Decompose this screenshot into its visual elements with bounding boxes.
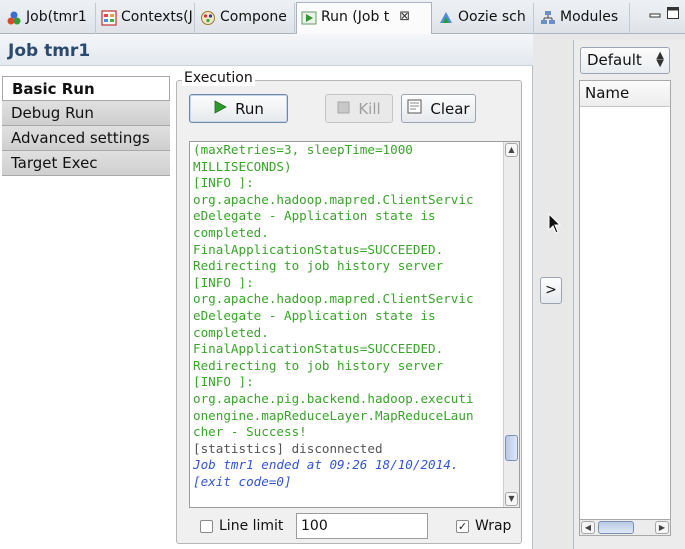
minimize-icon[interactable] xyxy=(648,6,662,20)
kill-button[interactable]: Kill xyxy=(325,94,393,123)
console-line: eDelegate - Application state is xyxy=(193,208,436,224)
console-line: completed. xyxy=(193,324,269,340)
console-line: FinalApplicationStatus=SUCCEEDED. xyxy=(193,241,444,257)
tab-label: Modules xyxy=(560,9,619,25)
sidebar-item-advanced-settings[interactable]: Advanced settings xyxy=(2,126,170,151)
select-value: Default xyxy=(587,51,642,69)
scroll-right-icon[interactable]: ▶ xyxy=(655,521,669,534)
console-line: [INFO ]: xyxy=(193,175,254,191)
component-icon xyxy=(200,10,216,26)
line-limit-checkbox[interactable] xyxy=(200,519,213,533)
console-line: Job tmr1 ended at 09:26 18/10/2014. xyxy=(193,457,459,473)
tab-run[interactable]: Run (Job t ⊠ xyxy=(296,2,432,35)
console-line: (maxRetries=3, sleepTime=1000 xyxy=(193,142,413,157)
sidebar-item-basic-run[interactable]: Basic Run xyxy=(2,76,170,101)
mouse-pointer-icon xyxy=(548,212,562,239)
console-line: [INFO ]: xyxy=(193,274,254,290)
kill-button-label: Kill xyxy=(358,99,381,118)
line-limit-label: Line limit xyxy=(219,518,284,534)
console-line: FinalApplicationStatus=SUCCEEDED. xyxy=(193,341,444,357)
run-button-label: Run xyxy=(235,99,264,118)
tab-modules[interactable]: Modules xyxy=(536,3,630,34)
tab-oozie[interactable]: Oozie sch xyxy=(434,3,534,34)
scrollbar-thumb[interactable] xyxy=(598,521,634,534)
console-line: org.apache.hadoop.mapred.ClientServic xyxy=(193,191,474,207)
editor-tab-bar: Job(tmr1 Contexts(J Compone Run (Job t ⊠… xyxy=(0,0,685,35)
modules-icon xyxy=(540,10,556,26)
wrap-checkbox[interactable]: ✓ xyxy=(456,519,469,533)
stop-icon xyxy=(337,100,350,118)
tab-label: Run (Job t xyxy=(321,9,390,25)
perspective-select[interactable]: Default ▲ ▼ xyxy=(580,47,670,74)
tab-component[interactable]: Compone xyxy=(196,3,295,34)
contexts-icon xyxy=(101,10,117,26)
name-column-header[interactable]: Name xyxy=(580,81,670,107)
tab-job[interactable]: Job(tmr1 xyxy=(2,3,96,34)
play-icon xyxy=(213,99,227,118)
job-icon xyxy=(6,10,22,26)
scroll-left-icon[interactable]: ◀ xyxy=(581,521,595,534)
clear-button-label: Clear xyxy=(430,99,470,118)
maximize-icon[interactable] xyxy=(666,6,680,20)
console-line: org.apache.pig.backend.hadoop.executi xyxy=(193,390,474,406)
console-line: org.apache.hadoop.mapred.ClientServic xyxy=(193,291,474,307)
sidebar-item-target-exec[interactable]: Target Exec xyxy=(2,151,170,176)
tab-contexts[interactable]: Contexts(J xyxy=(97,3,195,34)
console-line: onengine.mapReduceLayer.MapReduceLaun xyxy=(193,407,474,423)
line-limit-input[interactable] xyxy=(296,513,428,539)
execution-legend: Execution xyxy=(182,70,255,86)
close-icon[interactable]: ⊠ xyxy=(399,9,410,24)
tab-label: Contexts(J xyxy=(121,9,193,25)
console-line: completed. xyxy=(193,224,269,240)
console-line: Redirecting to job history server xyxy=(193,258,444,274)
console-line: cher - Success! xyxy=(193,424,307,440)
console-scrollbar[interactable]: ▲ ▼ xyxy=(503,142,519,507)
clear-button[interactable]: Clear xyxy=(401,94,476,123)
console-output[interactable]: (maxRetries=3, sleepTime=1000 MILLISECOND… xyxy=(189,141,520,508)
oozie-icon xyxy=(438,10,454,26)
scroll-up-icon[interactable]: ▲ xyxy=(505,143,518,157)
console-line: [INFO ]: xyxy=(193,374,254,390)
name-list[interactable]: Name xyxy=(579,80,671,536)
select-arrows-icon: ▲ ▼ xyxy=(656,50,664,69)
scrollbar-thumb[interactable] xyxy=(505,435,518,461)
tab-label: Compone xyxy=(220,9,287,25)
wrap-option[interactable]: ✓ Wrap xyxy=(456,514,511,538)
scroll-down-icon[interactable]: ▼ xyxy=(505,492,518,506)
console-line: Redirecting to job history server xyxy=(193,357,444,373)
page-title: Job tmr1 xyxy=(0,34,533,66)
run-mode-sidebar: Basic Run Debug Run Advanced settings Ta… xyxy=(2,76,170,176)
tab-label: Oozie sch xyxy=(458,9,526,25)
tab-label: Job(tmr1 xyxy=(26,9,87,25)
expand-panel-button[interactable]: > xyxy=(540,277,562,304)
run-icon xyxy=(301,10,317,26)
clear-console-icon xyxy=(407,99,422,118)
console-line: [exit code=0] xyxy=(193,473,292,489)
console-line: eDelegate - Application state is xyxy=(193,307,436,323)
console-line: MILLISECONDS) xyxy=(193,158,292,174)
sidebar-item-debug-run[interactable]: Debug Run xyxy=(2,101,170,126)
console-text: (maxRetries=3, sleepTime=1000 MILLISECOND… xyxy=(193,142,498,490)
list-horizontal-scrollbar[interactable]: ◀ ▶ xyxy=(579,519,671,536)
run-button[interactable]: Run xyxy=(189,94,288,123)
console-line: [statistics] disconnected xyxy=(193,440,383,456)
wrap-label: Wrap xyxy=(475,518,512,534)
line-limit-option[interactable]: Line limit xyxy=(200,514,283,538)
